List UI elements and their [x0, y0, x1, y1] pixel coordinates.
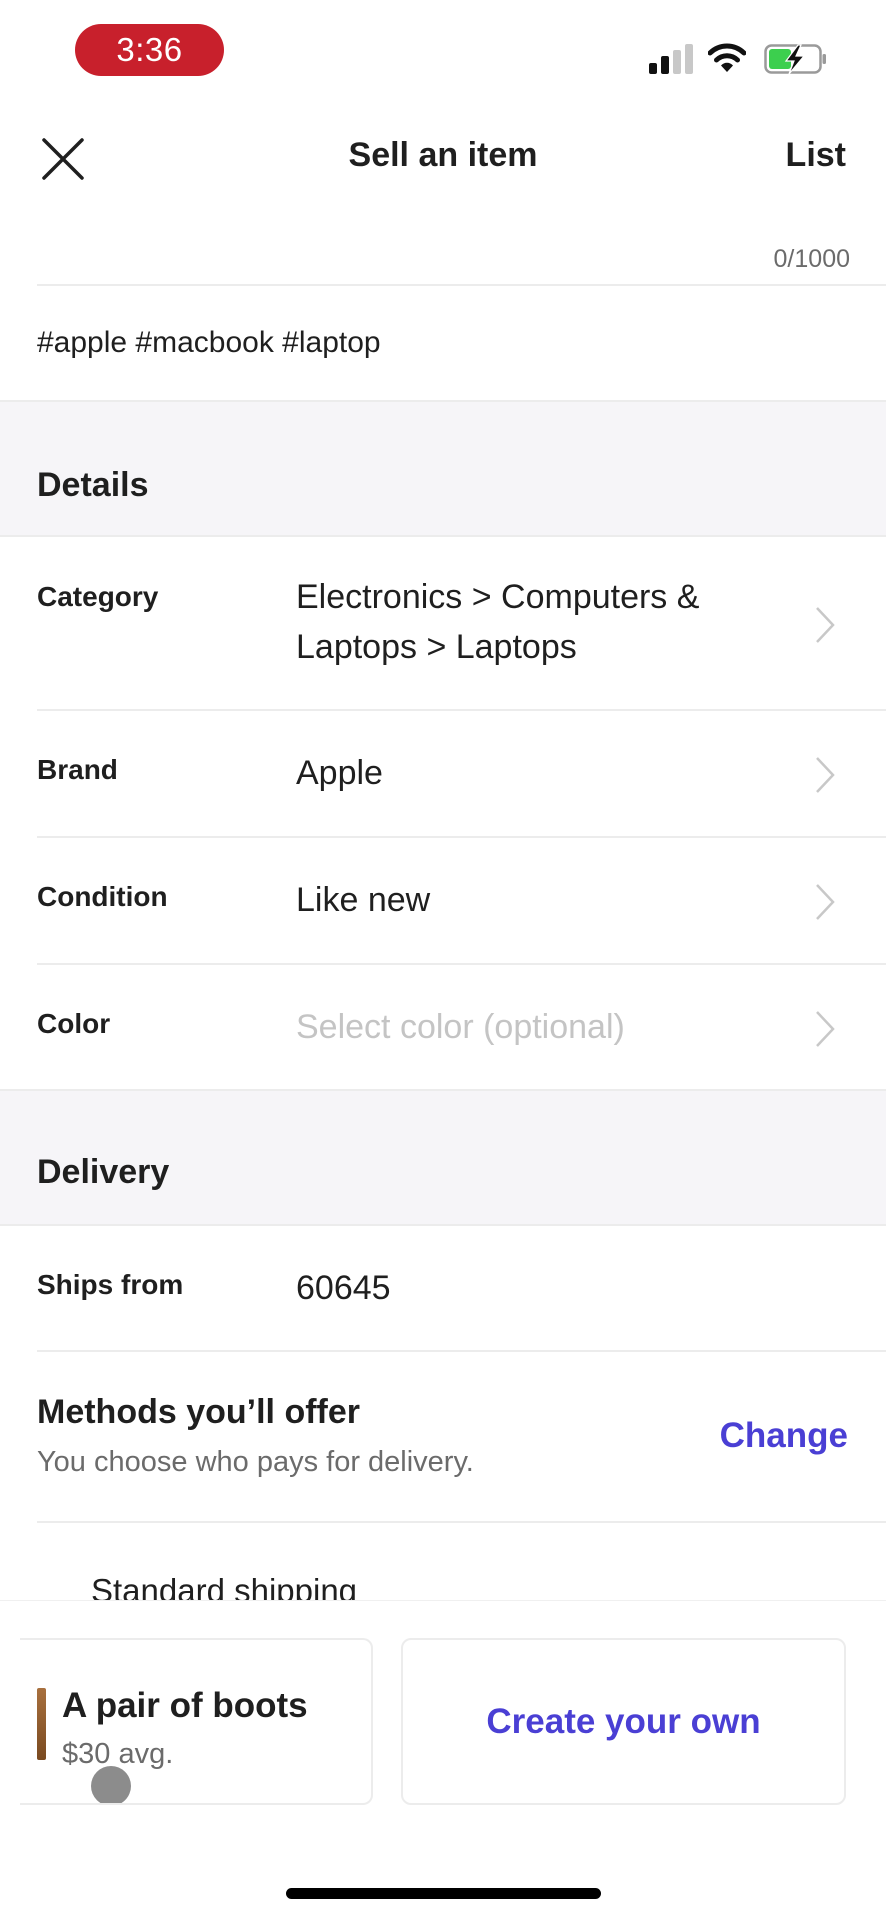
chevron-right-icon	[816, 757, 835, 793]
divider	[37, 1521, 886, 1523]
divider	[37, 1350, 886, 1352]
create-your-own-label: Create your own	[486, 1701, 761, 1741]
ships-from-value: 60645	[296, 1269, 391, 1307]
suggestion-card[interactable]: A pair of boots $30 avg.	[20, 1638, 373, 1805]
category-row[interactable]: Category Electronics > Computers & Lapto…	[0, 537, 886, 710]
condition-row[interactable]: Condition Like new	[0, 838, 886, 964]
touch-indicator	[91, 1766, 131, 1803]
delivery-section-header: Delivery	[0, 1089, 886, 1226]
category-value: Electronics > Computers & Laptops > Lapt…	[296, 578, 700, 666]
condition-value: Like new	[296, 881, 431, 919]
divider	[37, 284, 886, 286]
chevron-right-icon	[816, 884, 835, 920]
color-placeholder: Select color (optional)	[296, 1008, 625, 1046]
home-indicator[interactable]	[286, 1888, 601, 1899]
category-label: Category	[37, 581, 159, 612]
wifi-icon	[708, 43, 746, 72]
standard-shipping-option[interactable]: Standard shipping	[91, 1568, 357, 1602]
brand-value: Apple	[296, 754, 383, 792]
status-time: 3:36	[75, 24, 224, 76]
ships-from-label: Ships from	[37, 1269, 184, 1300]
suggestion-panel: A pair of boots $30 avg. Create your own	[0, 1600, 886, 1920]
ships-from-row: Ships from 60645	[0, 1226, 886, 1351]
chevron-right-icon	[816, 1011, 835, 1047]
brand-row[interactable]: Brand Apple	[0, 711, 886, 837]
char-counter: 0/1000	[773, 245, 850, 273]
color-row[interactable]: Color Select color (optional)	[0, 965, 886, 1090]
color-label: Color	[37, 1008, 111, 1039]
battery-charging-icon	[764, 44, 826, 74]
delivery-title: Delivery	[37, 1153, 170, 1191]
brand-label: Brand	[37, 754, 118, 785]
details-title: Details	[37, 466, 149, 504]
list-button[interactable]: List	[786, 136, 846, 175]
methods-title: Methods you’ll offer	[37, 1393, 360, 1431]
cellular-signal-icon	[649, 44, 693, 74]
suggestion-price: $30 avg.	[62, 1738, 174, 1770]
page-title: Sell an item	[348, 136, 538, 174]
create-your-own-card[interactable]: Create your own	[401, 1638, 846, 1805]
boots-thumbnail	[37, 1688, 46, 1760]
tags-input[interactable]: #apple #macbook #laptop	[37, 326, 381, 360]
methods-subtitle: You choose who pays for delivery.	[37, 1446, 474, 1478]
chevron-right-icon	[816, 607, 835, 643]
condition-label: Condition	[37, 881, 168, 912]
details-section-header: Details	[0, 400, 886, 537]
change-methods-button[interactable]: Change	[720, 1416, 848, 1456]
suggestion-title: A pair of boots	[62, 1686, 308, 1725]
